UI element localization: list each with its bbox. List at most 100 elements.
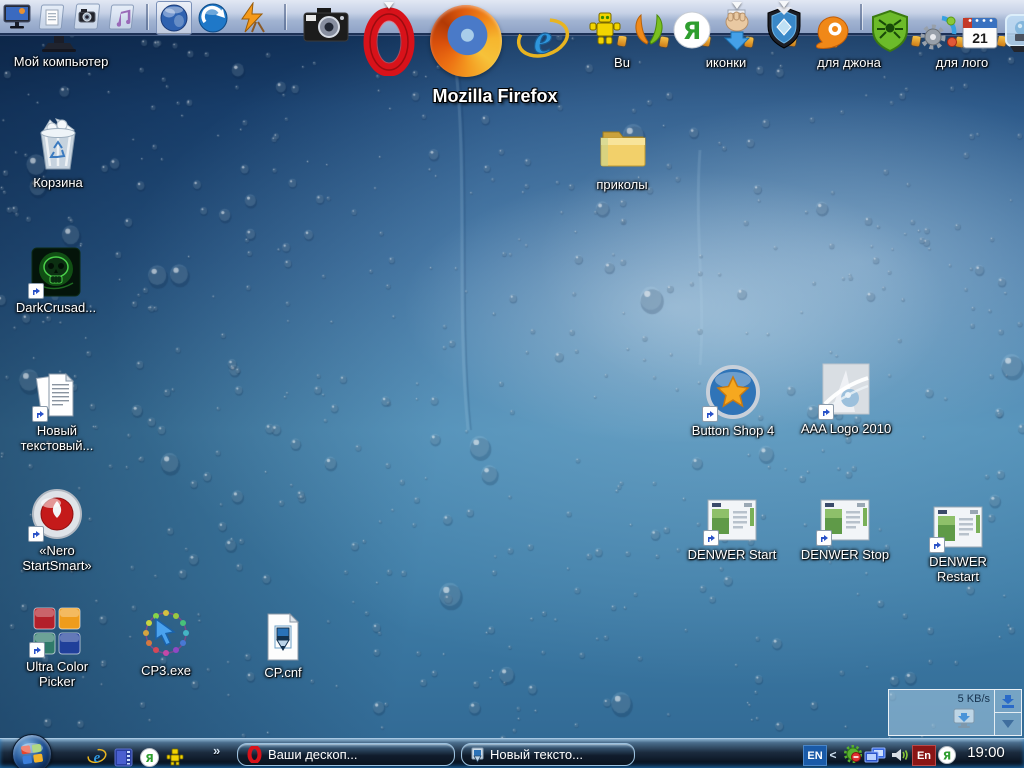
- running-indicator: [732, 2, 742, 9]
- download-button[interactable]: [995, 690, 1021, 713]
- desktop-icon-denwer-start[interactable]: DENWER Start: [686, 488, 778, 562]
- task-button-label: Ваши дескоп...: [268, 747, 357, 762]
- tray-antivirus-icon[interactable]: [841, 745, 863, 764]
- desktop-icon-button-shop[interactable]: Button Shop 4: [687, 364, 779, 438]
- desktop-icon-recycle-bin[interactable]: Корзина: [12, 116, 104, 190]
- desktop-icon-dlya-logo[interactable]: для лого: [912, 55, 1012, 70]
- monitor-icon: [2, 2, 32, 32]
- opera-icon: [247, 746, 262, 763]
- firefox-icon: [430, 5, 502, 77]
- glass-cube-icon: [1002, 12, 1024, 54]
- internet-explorer-icon: e: [87, 747, 107, 767]
- dock-item-monitor[interactable]: [2, 2, 32, 32]
- dock-item-drweb[interactable]: [868, 9, 912, 53]
- running-indicator: [384, 2, 394, 9]
- shortcut-arrow-icon: [28, 526, 44, 542]
- dock-item-lightning[interactable]: [236, 2, 270, 34]
- yandex-icon: Я: [672, 10, 712, 50]
- task-button-label: Новый тексто...: [490, 747, 583, 762]
- collapse-button[interactable]: [995, 713, 1021, 735]
- tray-yandex-icon[interactable]: Я: [936, 745, 958, 764]
- dock-item-camera[interactable]: [302, 4, 350, 46]
- desktop-icon-dlya-dzhona[interactable]: для джона: [794, 55, 904, 70]
- dock-item-music-folder[interactable]: [104, 2, 136, 32]
- dock-item-pictures-folder[interactable]: [68, 1, 102, 32]
- shortcut-arrow-icon: [703, 530, 719, 546]
- quicklaunch-internet-explorer[interactable]: e: [86, 747, 108, 767]
- icon-label: приколы: [576, 177, 668, 192]
- desktop-icon-denwer-stop[interactable]: DENWER Stop: [799, 488, 891, 562]
- music-folder-icon: [104, 2, 136, 32]
- icon-label: «Nero StartSmart»: [11, 543, 103, 574]
- shortcut-arrow-icon: [816, 530, 832, 546]
- windows-logo-icon: [20, 742, 44, 766]
- tray-network-icon[interactable]: [864, 745, 886, 764]
- desktop-icon-denwer-restart[interactable]: DENWER Restart: [912, 495, 1004, 585]
- download-widget-body[interactable]: 5 KB/s: [889, 690, 994, 735]
- running-indicator: [779, 1, 789, 8]
- badge-icon: [762, 5, 806, 51]
- task-button-text-document[interactable]: Новый тексто...: [461, 743, 635, 766]
- taskbar: e Я »: [0, 738, 1024, 768]
- desktop-icon-nero-startsmart[interactable]: «Nero StartSmart»: [11, 484, 103, 574]
- qip-icon: [166, 748, 184, 766]
- dock-item-opera[interactable]: [360, 6, 418, 76]
- dock-item-calendar[interactable]: 21: [960, 12, 1000, 52]
- document-pencil-icon: [471, 747, 484, 763]
- dock-item-yandex[interactable]: Я: [672, 10, 712, 50]
- dock-item-badge[interactable]: [762, 5, 806, 51]
- desktop-icon-cp-cnf[interactable]: CP.cnf: [237, 606, 329, 680]
- dock-item-firefox[interactable]: [430, 5, 502, 77]
- dock-item-documents-folder[interactable]: [34, 2, 66, 32]
- dock-item-orange-swirl[interactable]: [812, 12, 854, 52]
- desktop-icon-cp3-exe[interactable]: CP3.exe: [120, 604, 212, 678]
- icon-label: AAA Logo 2010: [800, 421, 892, 436]
- desktop-icon-aaa-logo[interactable]: AAA Logo 2010: [800, 362, 892, 436]
- task-button-opera[interactable]: Ваши дескоп...: [237, 743, 455, 766]
- start-button[interactable]: [12, 734, 52, 768]
- icon-label: DENWER Start: [686, 547, 778, 562]
- desktop-icon-ultra-color-picker[interactable]: Ultra Color Picker: [11, 600, 103, 690]
- shortcut-arrow-icon: [929, 537, 945, 553]
- dock-item-glass-cube[interactable]: [1002, 12, 1024, 54]
- folder-icon: [595, 124, 649, 174]
- internet-explorer-icon: e: [514, 12, 572, 68]
- icon-label: DENWER Restart: [912, 554, 1004, 585]
- dock-item-internet-explorer[interactable]: e: [514, 12, 572, 68]
- quicklaunch-qip[interactable]: [164, 747, 186, 767]
- recycle-bin-icon: [32, 116, 84, 172]
- tray-collapse-chevron[interactable]: <: [827, 745, 839, 764]
- yandex-icon: Я: [938, 746, 956, 764]
- dock-item-sync-sphere[interactable]: [196, 2, 230, 34]
- dock-item-wings[interactable]: [630, 12, 668, 48]
- shortcut-arrow-icon: [28, 283, 44, 299]
- shortcut-arrow-icon: [32, 406, 48, 422]
- tray-language-indicator[interactable]: EN: [803, 745, 827, 766]
- desktop-icon-darkcrusade[interactable]: DarkCrusad...: [10, 241, 102, 315]
- desktop-icon-prikoly-folder[interactable]: приколы: [576, 118, 668, 192]
- pictures-folder-icon: [68, 1, 102, 32]
- svg-text:e: e: [534, 17, 553, 63]
- yandex-icon: Я: [140, 748, 159, 767]
- quicklaunch-yandex[interactable]: Я: [138, 747, 160, 767]
- lightning-icon: [236, 2, 270, 34]
- dock-item-globe[interactable]: [156, 1, 192, 35]
- tray-punto-indicator[interactable]: En: [912, 745, 936, 766]
- desktop-icon-ikonki[interactable]: иконки: [676, 55, 776, 70]
- dock-item-qip[interactable]: [586, 10, 624, 48]
- desktop-icon-bu[interactable]: Bu: [582, 55, 662, 70]
- desktop-icon-new-text-document[interactable]: Новый текстовый...: [11, 364, 103, 454]
- dock-item-hand-download[interactable]: [716, 6, 758, 52]
- quicklaunch-media-app[interactable]: [112, 747, 134, 767]
- tray-clock[interactable]: 19:00: [958, 744, 1014, 761]
- documents-folder-icon: [34, 2, 66, 32]
- desktop-icon-my-computer[interactable]: Мой компьютер: [5, 54, 117, 69]
- wings-icon: [630, 12, 668, 48]
- my-computer-icon-peek: [34, 31, 84, 53]
- icon-label: CP.cnf: [237, 665, 329, 680]
- tray-volume-icon[interactable]: [889, 745, 911, 764]
- quicklaunch-overflow-chevron[interactable]: »: [213, 743, 220, 758]
- shortcut-arrow-icon: [818, 404, 834, 420]
- dock-item-settings-gears[interactable]: [916, 12, 958, 52]
- icon-label: Button Shop 4: [687, 423, 779, 438]
